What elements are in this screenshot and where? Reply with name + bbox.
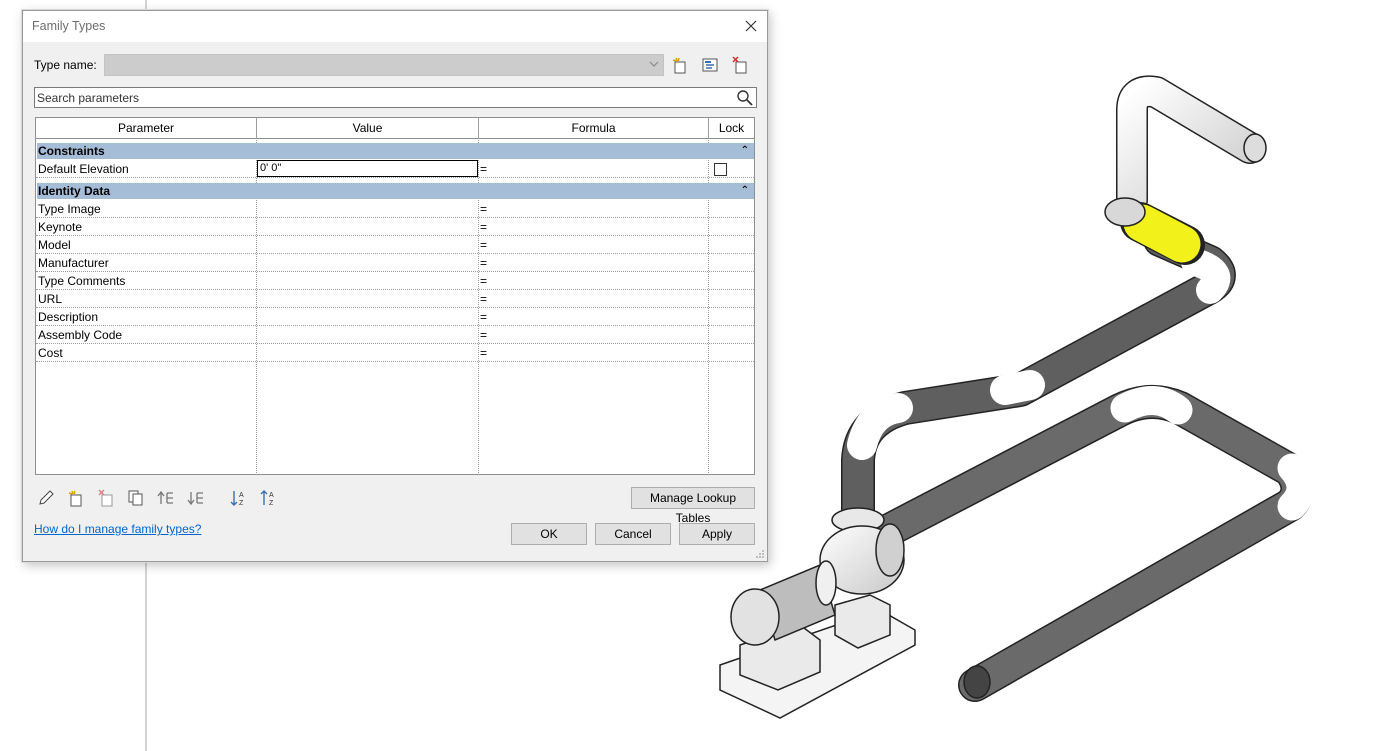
formula-field[interactable]: = <box>480 256 487 270</box>
cancel-button[interactable]: Cancel <box>595 523 671 545</box>
column-header-formula[interactable]: Formula <box>479 118 709 139</box>
parameter-name: Model <box>38 238 71 252</box>
collapse-icon[interactable]: ⌃ <box>741 143 749 159</box>
formula-field[interactable]: = <box>480 162 487 176</box>
delete-parameter-button[interactable] <box>96 488 116 508</box>
move-up-button[interactable] <box>156 488 176 508</box>
new-type-button[interactable] <box>670 55 690 75</box>
svg-text:Z: Z <box>239 500 244 507</box>
formula-field[interactable]: = <box>480 310 487 324</box>
sort-descending-icon: AZ <box>260 490 274 507</box>
parameter-name: Assembly Code <box>38 328 123 342</box>
family-types-dialog: Family Types Type name: Parameter Value … <box>22 10 768 562</box>
type-name-dropdown[interactable] <box>104 54 664 76</box>
table-row[interactable]: Type Comments = <box>36 272 754 290</box>
formula-field[interactable]: = <box>480 292 487 306</box>
edit-parameter-icon <box>39 490 54 505</box>
parameter-name: Default Elevation <box>38 162 129 176</box>
group-identity-data[interactable]: Identity Data ⌃ <box>37 183 754 199</box>
formula-field[interactable]: = <box>480 346 487 360</box>
apply-button[interactable]: Apply <box>679 523 755 545</box>
table-row[interactable]: URL = <box>36 290 754 308</box>
parameter-name: Type Image <box>38 202 101 216</box>
close-button[interactable] <box>737 13 765 39</box>
new-type-icon <box>672 57 686 74</box>
formula-field[interactable]: = <box>480 202 487 216</box>
move-up-icon <box>157 490 173 504</box>
new-parameter-button[interactable] <box>66 488 86 508</box>
rename-type-icon <box>702 58 718 72</box>
table-row[interactable]: Description = <box>36 308 754 326</box>
delete-type-icon <box>732 56 747 74</box>
close-icon <box>745 20 757 32</box>
table-row[interactable]: Assembly Code = <box>36 326 754 344</box>
formula-field[interactable]: = <box>480 220 487 234</box>
rename-type-button[interactable] <box>700 55 720 75</box>
group-name: Constraints <box>38 144 105 158</box>
pipe-system[interactable] <box>841 75 1316 702</box>
move-down-icon <box>187 492 203 506</box>
table-row[interactable]: Default Elevation 0' 0" = <box>36 160 754 178</box>
group-name: Identity Data <box>38 184 111 198</box>
resize-grip-icon[interactable] <box>755 549 765 559</box>
sort-ascending-icon: AZ <box>230 491 244 507</box>
ok-button[interactable]: OK <box>511 523 587 545</box>
parameter-name: Manufacturer <box>38 256 109 270</box>
sort-descending-button[interactable]: AZ <box>259 488 279 508</box>
collapse-icon[interactable]: ⌃ <box>741 183 749 199</box>
group-constraints[interactable]: Constraints ⌃ <box>37 143 754 159</box>
dialog-titlebar[interactable]: Family Types <box>23 11 767 42</box>
table-row[interactable]: Cost = <box>36 344 754 362</box>
table-row[interactable]: Model = <box>36 236 754 254</box>
manage-lookup-tables-button[interactable]: Manage Lookup Tables <box>631 487 755 525</box>
table-row[interactable]: Keynote = <box>36 218 754 236</box>
search-icon[interactable] <box>736 89 754 107</box>
copy-parameter-button[interactable] <box>126 488 146 508</box>
delete-parameter-icon <box>98 489 113 507</box>
parameter-name: URL <box>38 292 63 306</box>
formula-field[interactable]: = <box>480 274 487 288</box>
search-parameters-box <box>34 87 757 108</box>
move-down-button[interactable] <box>186 488 206 508</box>
formula-field[interactable]: = <box>480 328 487 342</box>
copy-parameter-icon <box>128 490 143 506</box>
type-name-label: Type name: <box>34 58 97 72</box>
svg-text:A: A <box>269 492 274 499</box>
help-link[interactable]: How do I manage family types? <box>34 522 201 536</box>
column-header-value[interactable]: Value <box>257 118 479 139</box>
table-row[interactable]: Manufacturer = <box>36 254 754 272</box>
column-header-lock[interactable]: Lock <box>709 118 754 139</box>
parameters-grid: Parameter Value Formula Lock Constraints… <box>35 117 755 475</box>
parameter-name: Cost <box>38 346 63 360</box>
new-parameter-icon <box>68 490 82 507</box>
sort-ascending-button[interactable]: AZ <box>229 488 249 508</box>
table-row[interactable]: Type Image = <box>36 200 754 218</box>
search-input[interactable] <box>35 88 730 107</box>
value-field[interactable]: 0' 0" <box>257 160 478 177</box>
svg-text:A: A <box>239 492 244 499</box>
parameter-name: Type Comments <box>38 274 126 288</box>
dialog-title: Family Types <box>32 19 106 33</box>
parameter-name: Keynote <box>38 220 83 234</box>
column-header-parameter[interactable]: Parameter <box>36 118 257 139</box>
svg-text:Z: Z <box>269 500 274 507</box>
chevron-down-icon <box>649 61 659 67</box>
delete-type-button[interactable] <box>730 55 750 75</box>
formula-field[interactable]: = <box>480 238 487 252</box>
parameter-name: Description <box>38 310 99 324</box>
edit-parameter-button[interactable] <box>36 488 56 508</box>
lock-checkbox[interactable] <box>714 163 727 176</box>
